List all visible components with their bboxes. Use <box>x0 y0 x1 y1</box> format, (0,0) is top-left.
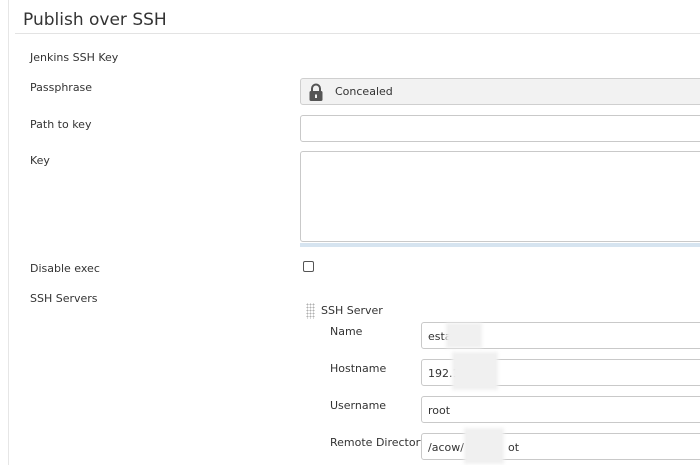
redaction-blur <box>446 323 482 348</box>
path-to-key-input[interactable] <box>300 115 700 142</box>
passphrase-label: Passphrase <box>30 81 93 94</box>
key-textarea[interactable] <box>300 151 700 242</box>
disable-exec-checkbox[interactable] <box>303 261 314 272</box>
key-textarea-resize-handle[interactable] <box>300 243 700 247</box>
ssh-server-remote-directory-label: Remote Directory <box>330 436 427 449</box>
disable-exec-label: Disable exec <box>30 262 100 275</box>
passphrase-concealed-text: Concealed <box>335 85 393 98</box>
passphrase-field[interactable]: Concealed <box>300 78 700 105</box>
ssh-server-username-label: Username <box>330 399 387 412</box>
jenkins-config-page: Publish over SSH Jenkins SSH Key Passphr… <box>0 0 700 465</box>
ssh-server-username-value: root <box>428 404 451 417</box>
redaction-blur <box>464 428 504 464</box>
ssh-server-hostname-label: Hostname <box>330 362 387 375</box>
section-divider <box>15 33 700 34</box>
ssh-server-remote-directory-value: /acow/ <box>428 441 464 454</box>
path-to-key-label: Path to key <box>30 118 92 131</box>
ssh-server-name-label: Name <box>330 325 363 338</box>
ssh-server-heading: SSH Server <box>321 304 383 317</box>
lock-icon <box>309 83 323 101</box>
ssh-server-username-input[interactable]: root <box>421 396 700 423</box>
redaction-blur <box>452 352 498 390</box>
page-left-border <box>8 0 9 465</box>
ssh-servers-label: SSH Servers <box>30 292 98 305</box>
drag-handle-icon[interactable] <box>306 303 315 319</box>
ssh-server-remote-directory-suffix: ot <box>508 441 520 454</box>
ssh-server-remote-directory-input[interactable]: /acow/ ot <box>421 433 700 460</box>
section-title: Publish over SSH <box>23 10 167 30</box>
key-label: Key <box>30 154 50 167</box>
jenkins-ssh-key-label: Jenkins SSH Key <box>30 51 119 64</box>
